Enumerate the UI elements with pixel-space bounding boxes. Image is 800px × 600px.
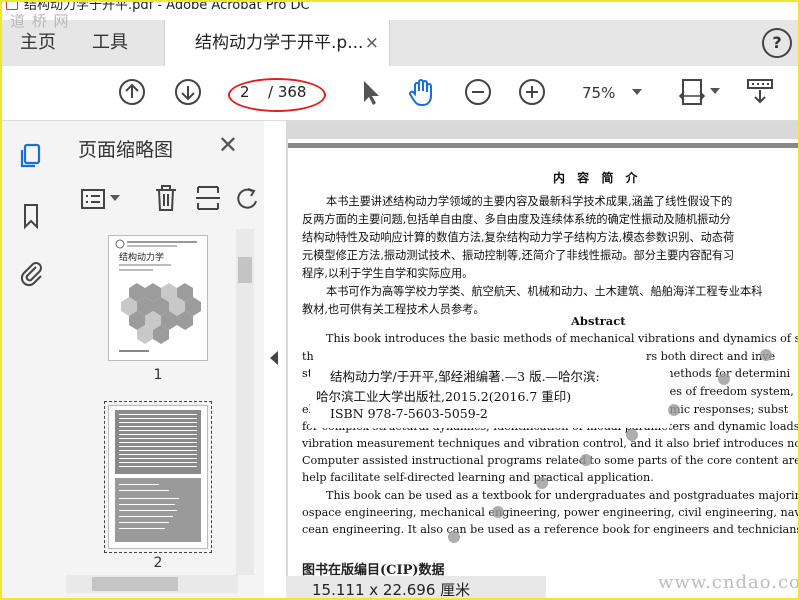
gray-dot-marker: [580, 454, 592, 466]
toolbar: 2 / 368 75%: [2, 66, 798, 121]
bookmarks-icon[interactable]: [16, 201, 46, 231]
overlay-line-3: ISBN 978-7-5603-5059-2: [330, 406, 488, 421]
cn-line-7: 教材,也可供有关工程技术人员参考。: [302, 303, 485, 316]
page-2-thumbnail-image: [109, 406, 207, 548]
en-line-6: vibration measurement techniques and vib…: [302, 437, 798, 450]
gray-dot-marker: [492, 506, 504, 518]
thumbnail-list: 结构动力学 1 2: [60, 229, 234, 574]
en-line-7: Computer assisted instructional programs…: [302, 454, 798, 467]
overlay-line-1: 结构动力学/于开平,邹经湘编著.—3 版.—哈尔滨:: [330, 369, 600, 384]
next-page-icon[interactable]: [172, 76, 204, 108]
en-line-1: This book introduces the basic methods o…: [326, 332, 798, 345]
panel-collapse-strip[interactable]: [264, 121, 286, 598]
page-heading: 内 容 简 介: [553, 171, 642, 185]
collapse-panel-arrow-icon[interactable]: [270, 351, 278, 365]
gray-dot-marker: [536, 477, 548, 489]
red-highlight-ellipse: [228, 78, 326, 112]
cip-overlay: 结构动力学/于开平,邹经湘编著.—3 版.—哈尔滨: 哈尔滨工业大学出版社,20…: [310, 364, 670, 428]
gray-dot-marker: [760, 349, 772, 361]
navigation-rail: [2, 121, 61, 598]
app-window: 结构动力学于开平.pdf - Adobe Acrobat Pro DC 道 桥 …: [0, 0, 800, 600]
watermark-bottom-right: www.cndao.com: [658, 572, 800, 593]
gray-dot-marker: [448, 531, 460, 543]
abstract-heading: Abstract: [571, 314, 626, 328]
gray-dot-marker: [626, 429, 638, 441]
close-tab-icon[interactable]: ×: [365, 20, 379, 66]
en-line-11: cean engineering. It also can be used as…: [302, 523, 798, 536]
attachments-icon[interactable]: [16, 257, 46, 287]
en-line-2: th: [302, 350, 314, 363]
title-bar: 结构动力学于开平.pdf - Adobe Acrobat Pro DC: [2, 2, 798, 12]
document-tab-label: 结构动力学于开平.p...: [195, 33, 364, 53]
page-dimensions-bar: 15.111 x 22.696 厘米: [286, 576, 546, 599]
cn-line-2: 反两方面的主要问题,包括单自由度、多自由度及连续体系统的确定性振动及随机振动分: [302, 213, 731, 226]
previous-page-icon[interactable]: [116, 76, 148, 108]
tab-document[interactable]: 结构动力学于开平.p... ×: [164, 20, 390, 66]
options-dropdown-chevron-icon[interactable]: [110, 195, 120, 203]
zoom-out-icon[interactable]: [462, 76, 494, 108]
fit-page-icon[interactable]: [678, 76, 710, 108]
gray-dot-marker: [718, 373, 730, 385]
pdf-app-icon: [6, 2, 18, 10]
tab-tools[interactable]: 工具: [92, 20, 128, 66]
cn-line-1: 本书主要讲述结构动力学领域的主要内容及最新科学技术成果,涵盖了线性假设下的: [326, 195, 733, 208]
en-line-9: This book can be used as a textbook for …: [326, 489, 798, 502]
page-thumbnails-icon[interactable]: [16, 141, 46, 171]
page-top-rule: [288, 143, 798, 148]
pdf-page: 内 容 简 介 本书主要讲述结构动力学领域的主要内容及最新科学技术成果,涵盖了线…: [288, 139, 798, 598]
en-right-fragment-4: amic responses; subst: [663, 403, 789, 416]
thumbnail-label-2: 2: [153, 555, 163, 571]
watermark-top-left: 道 桥 网: [10, 12, 70, 30]
cn-line-4: 元模型修正方法,振动测试技术、振动控制等,还简介了非线性振动。部分主要内容配有习: [302, 249, 735, 262]
thumbnail-options-icon[interactable]: [80, 185, 108, 213]
thumbnail-panel: 页面缩略图 ✕ 结构动力学 1 2: [60, 121, 264, 598]
thumbnail-vertical-scrollbar[interactable]: [236, 229, 254, 575]
fit-dropdown-chevron-icon[interactable]: [710, 88, 720, 96]
close-panel-icon[interactable]: ✕: [218, 131, 238, 159]
en-right-fragment-3: ees of freedom system,: [663, 385, 794, 398]
delete-page-icon[interactable]: [152, 183, 180, 213]
panel-toolbar: [60, 179, 264, 219]
zoom-in-icon[interactable]: [516, 76, 548, 108]
overlay-line-2: 哈尔滨工业大学出版社,2015.2(2016.7 重印): [316, 389, 572, 404]
rotate-page-icon[interactable]: [232, 183, 260, 213]
thumbnail-page-2[interactable]: [108, 405, 208, 549]
en-right-fragment-1: rs both direct and inve: [646, 350, 776, 363]
scroll-mode-icon[interactable]: [744, 76, 776, 108]
help-icon[interactable]: ?: [762, 28, 792, 58]
horizontal-scroll-thumb[interactable]: [92, 577, 178, 591]
en-line-8: help facilitate self-directed learning a…: [302, 471, 654, 484]
extract-pages-icon[interactable]: [194, 183, 222, 213]
select-cursor-icon[interactable]: [354, 76, 386, 108]
cn-line-3: 结构动特性及动响应计算的数值方法,复杂结构动力学子结构方法,模态参数识别、动态荷: [302, 231, 735, 244]
panel-title: 页面缩略图: [78, 139, 174, 161]
thumbnail-page-1[interactable]: 结构动力学: [108, 235, 208, 361]
cover-thumbnail-title: 结构动力学: [119, 253, 165, 263]
page-dimensions: 15.111 x 22.696 厘米: [312, 581, 471, 599]
zoom-dropdown-chevron-icon[interactable]: [632, 89, 642, 95]
vertical-scroll-thumb[interactable]: [238, 257, 252, 283]
gray-dot-marker: [668, 404, 680, 416]
tab-bar: 主页 工具 结构动力学于开平.p... × ?: [2, 20, 798, 66]
thumbnail-label-1: 1: [153, 367, 163, 383]
document-view[interactable]: 内 容 简 介 本书主要讲述结构动力学领域的主要内容及最新科学技术成果,涵盖了线…: [286, 121, 798, 599]
cn-line-6: 本书可作为高等学校力学类、航空航天、机械和动力、土木建筑、船舶海洋工程专业本科: [326, 285, 763, 298]
zoom-level[interactable]: 75%: [582, 84, 615, 102]
hand-tool-icon[interactable]: [406, 76, 438, 108]
en-line-10: ospace engineering, mechanical engineeri…: [302, 506, 798, 519]
cn-line-5: 程序,以利于学生自学和实际应用。: [302, 267, 474, 280]
thumbnail-horizontal-scrollbar[interactable]: [66, 575, 238, 593]
